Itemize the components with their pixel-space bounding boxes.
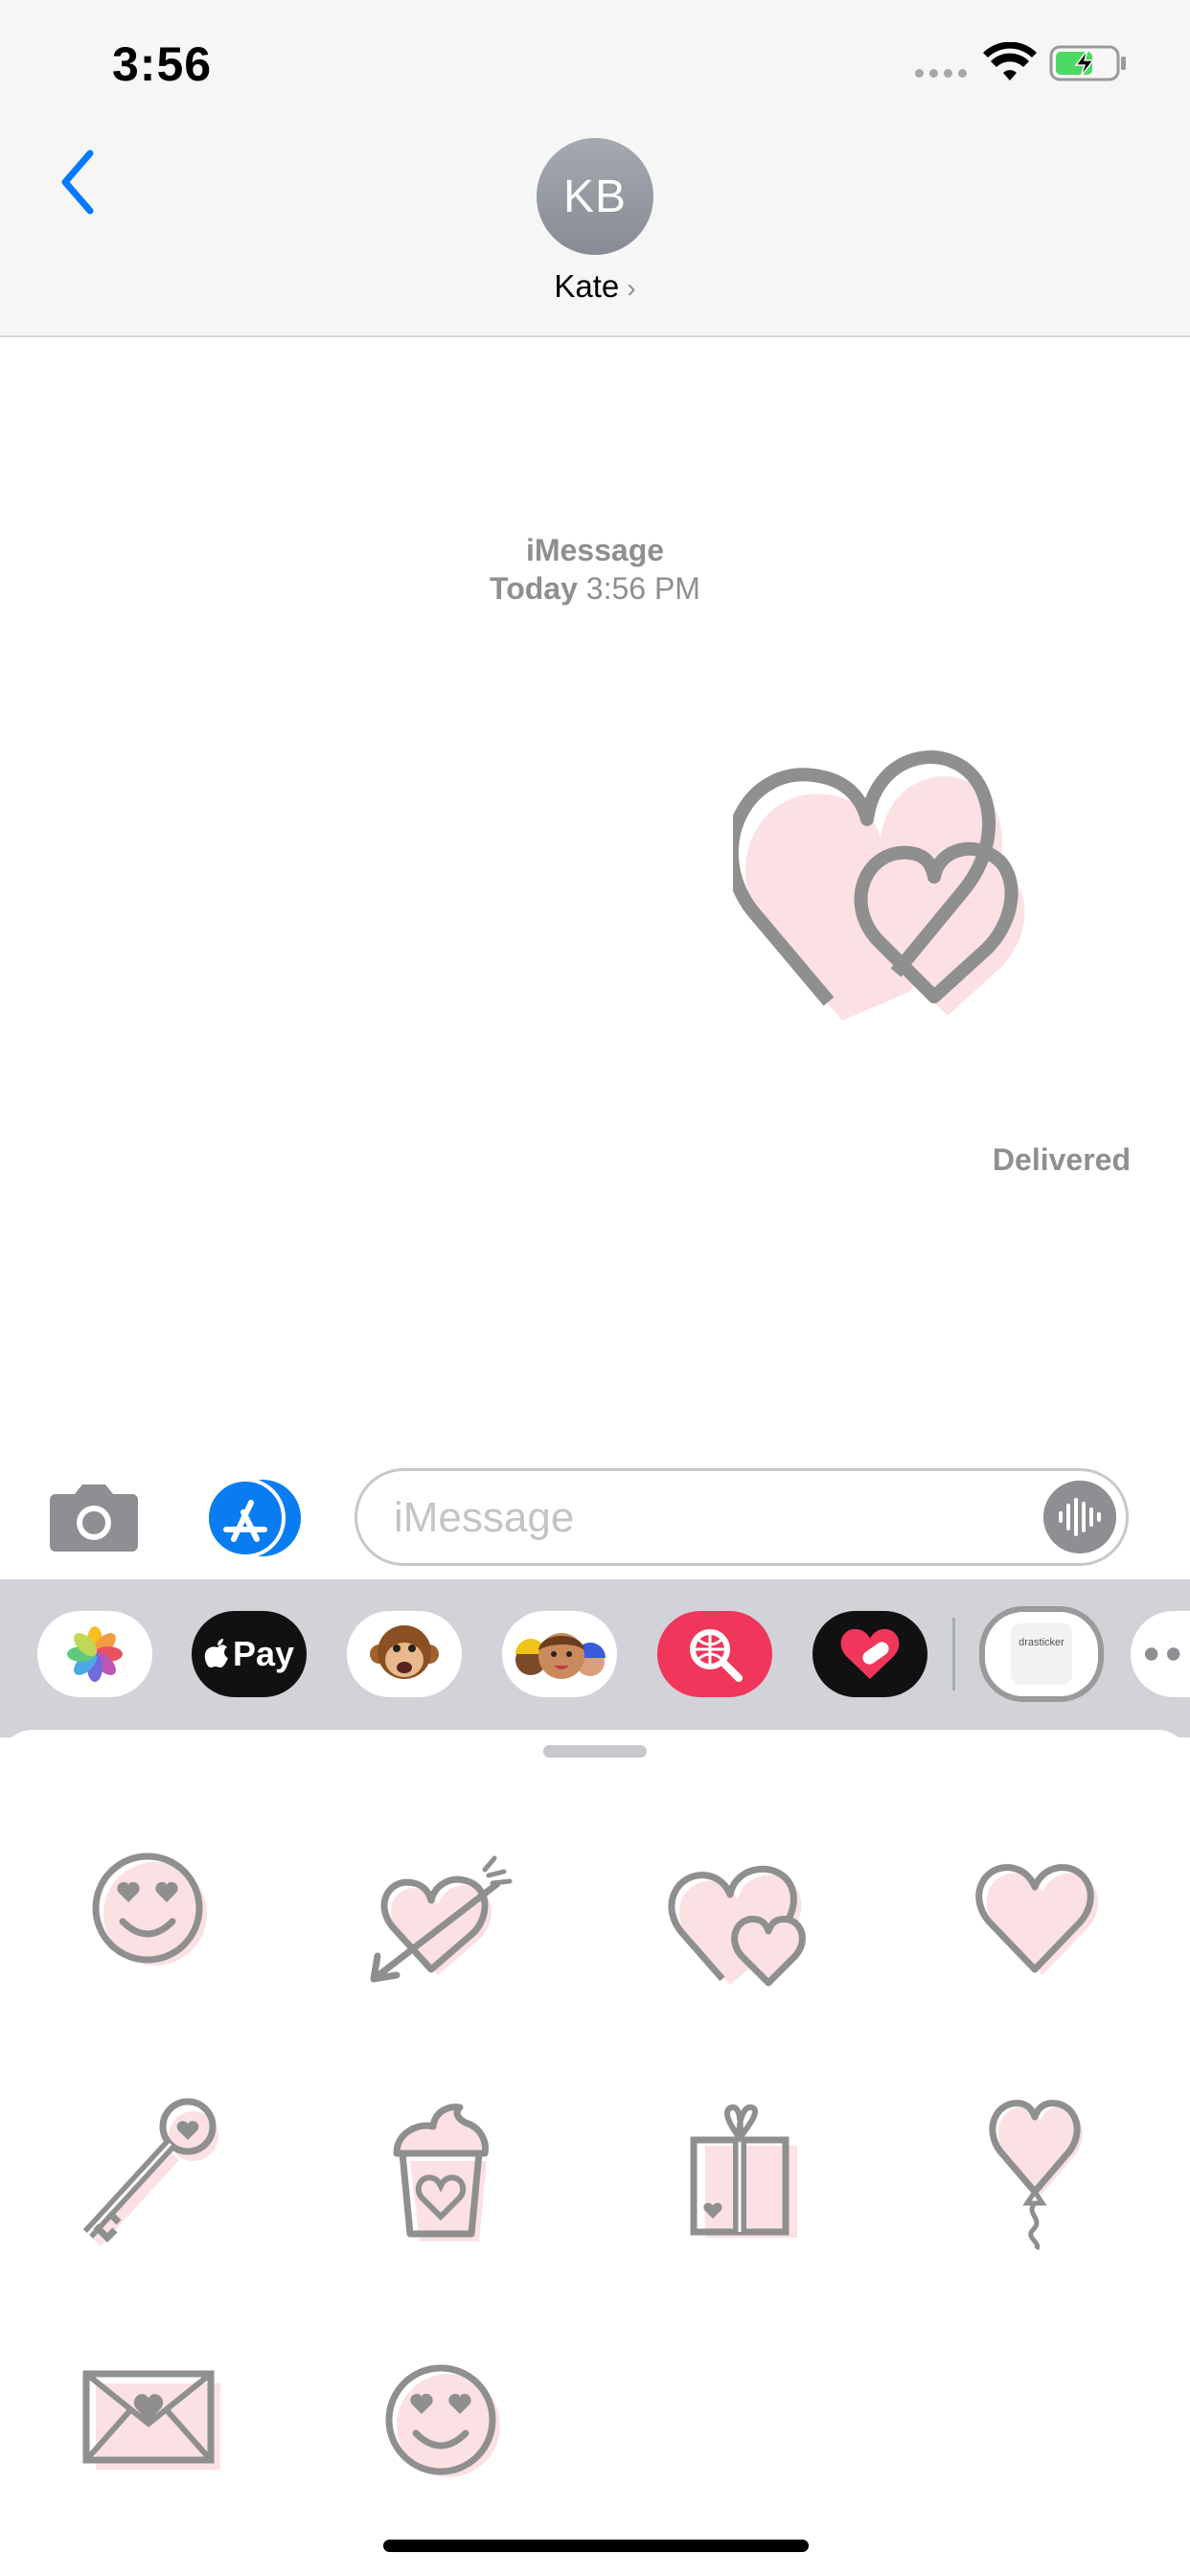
photos-icon: [67, 1626, 123, 1682]
back-chevron-icon[interactable]: [54, 146, 102, 218]
animoji-app-button[interactable]: [347, 1611, 462, 1697]
images-app-button[interactable]: [657, 1611, 772, 1697]
contact-name-label: Kate: [554, 268, 620, 304]
memoji-icon: [515, 1633, 606, 1679]
app-drawer-strip: Pay drasticker: [0, 1579, 1190, 1737]
key-icon[interactable]: [61, 2084, 234, 2257]
envelope-icon[interactable]: [61, 2334, 234, 2506]
message-input[interactable]: [392, 1471, 1009, 1565]
message-timestamp: Today 3:56 PM: [0, 571, 1190, 607]
photos-app-button[interactable]: [37, 1611, 152, 1697]
drasticker-label: drasticker: [1018, 1637, 1064, 1648]
heart-arrow-icon[interactable]: [355, 1826, 527, 1998]
message-input-field[interactable]: [355, 1468, 1129, 1566]
drasticker-app-button[interactable]: drasticker: [979, 1606, 1104, 1702]
wifi-icon: [983, 42, 1037, 80]
drawer-grabber[interactable]: [543, 1745, 647, 1758]
contact-name[interactable]: Kate ›: [0, 268, 1190, 305]
apple-pay-app-button[interactable]: Pay: [192, 1611, 307, 1697]
cellular-signal-icon: [915, 69, 967, 78]
heart-eyes-face-icon[interactable]: [61, 1826, 234, 1998]
conversation-header: 3:56 KB Kate ›: [0, 0, 1190, 337]
monkey-icon: [370, 1625, 439, 1679]
chevron-right-icon: ›: [627, 273, 636, 303]
drasticker-icon: drasticker: [1011, 1623, 1072, 1685]
timestamp-day: Today: [490, 571, 578, 606]
memoji-app-button[interactable]: [502, 1611, 617, 1697]
gift-icon[interactable]: [655, 2084, 828, 2257]
image-search-icon: [690, 1629, 743, 1682]
battery-charging-icon: [1049, 45, 1126, 81]
waveform-icon[interactable]: [1043, 1481, 1116, 1553]
status-time: 3:56: [112, 37, 213, 91]
double-hearts-icon[interactable]: [655, 1826, 828, 1998]
more-apps-button[interactable]: [1131, 1611, 1190, 1697]
delivery-status: Delivered: [992, 1142, 1131, 1177]
timestamp-time: 3:56 PM: [585, 571, 700, 606]
double-hearts-icon[interactable]: [733, 714, 1078, 1040]
digital-touch-app-button[interactable]: [812, 1611, 927, 1697]
home-indicator[interactable]: [383, 2540, 809, 2552]
contact-avatar[interactable]: KB: [537, 138, 653, 255]
camera-icon[interactable]: [48, 1481, 140, 1553]
heart-icon[interactable]: [949, 1826, 1121, 1998]
more-icon: [1144, 1647, 1180, 1661]
balloon-icon[interactable]: [949, 2084, 1121, 2257]
app-store-icon[interactable]: [201, 1478, 305, 1558]
messages-screen: 3:56 KB Kate › iMessage Today 3:56 PM De…: [0, 0, 1190, 2576]
heart-touch-icon: [840, 1628, 900, 1679]
service-label: iMessage: [525, 533, 665, 567]
sticker-drawer: [0, 1730, 1190, 2576]
apple-logo-icon: [204, 1639, 228, 1668]
cupcake-icon[interactable]: [355, 2084, 527, 2257]
heart-eyes-face-icon[interactable]: [355, 2334, 527, 2506]
app-strip-divider: [952, 1618, 955, 1690]
apple-pay-label: Pay: [232, 1634, 295, 1673]
